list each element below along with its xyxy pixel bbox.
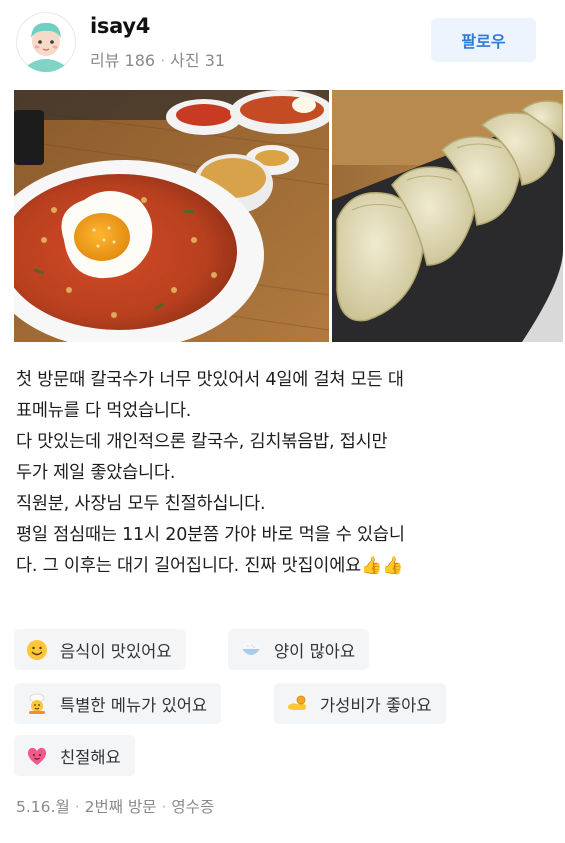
photo-kimchi-fried-rice[interactable] [14, 90, 329, 342]
tag-label: 양이 많아요 [274, 641, 356, 661]
user-stats: 리뷰 186 · 사진 31 [90, 47, 225, 71]
tag-label: 음식이 맛있어요 [60, 641, 172, 661]
visit-info: 5.16.월 · 2번째 방문 · 영수증 [16, 795, 214, 817]
review-line: 두가 제일 좋았습니다. [16, 463, 176, 483]
review-header: isay4 리뷰 186 · 사진 31 팔로우 [0, 0, 565, 80]
review-body: 첫 방문때 칼국수가 너무 맛있어서 4일에 걸쳐 모든 대 표메뉴를 다 먹었… [16, 365, 552, 582]
tag-label: 특별한 메뉴가 있어요 [60, 695, 208, 715]
rice-bowl-icon [242, 641, 260, 655]
review-count: 리뷰 186 [90, 51, 156, 70]
photo-count: 사진 31 [170, 51, 226, 70]
smile-face-icon [27, 639, 47, 660]
tag-label: 친절해요 [60, 747, 121, 767]
review-photos [14, 90, 563, 342]
tag-tasty-food[interactable]: 음식이 맛있어요 [14, 629, 186, 670]
avatar-illustration-icon [19, 15, 73, 72]
follow-button[interactable]: 팔로우 [431, 18, 536, 62]
verification-type[interactable]: 영수증 [171, 798, 214, 816]
review-line: 평일 점심때는 11시 20분쯤 가야 바로 먹을 수 있습니 [16, 525, 405, 545]
username[interactable]: isay4 [90, 14, 150, 38]
visit-date: 5.16.월 [16, 798, 70, 816]
tag-large-portion[interactable]: 양이 많아요 [228, 629, 370, 670]
review-line: 표메뉴를 다 먹었습니다. [16, 401, 192, 421]
review-line: 다 맛있는데 개인적으론 칼국수, 김치볶음밥, 접시만 [16, 432, 388, 452]
separator-dot: · [74, 798, 80, 816]
separator-dot: · [161, 798, 167, 816]
tag-friendly[interactable]: 친절해요 [14, 735, 135, 776]
thumbs-up-icon: 👍👍 [361, 556, 403, 576]
review-line-text: 다. 그 이후는 대기 길어집니다. 진짜 맛집이에요 [16, 556, 362, 576]
review-line-last: 다. 그 이후는 대기 길어집니다. 진짜 맛집이에요👍👍 [16, 551, 552, 582]
chef-icon [29, 693, 45, 714]
separator-dot: · [160, 51, 166, 70]
tag-special-menu[interactable]: 특별한 메뉴가 있어요 [14, 683, 222, 724]
review-line: 첫 방문때 칼국수가 너무 맛있어서 4일에 걸쳐 모든 대 [16, 370, 404, 390]
photo-dumplings[interactable] [332, 90, 563, 342]
money-hand-icon [288, 695, 306, 710]
heart-face-icon [27, 747, 47, 765]
tag-label: 가성비가 좋아요 [320, 695, 432, 715]
user-avatar[interactable] [16, 12, 76, 72]
visit-count: 2번째 방문 [84, 798, 157, 816]
review-line: 직원분, 사장님 모두 친절하십니다. [16, 494, 266, 514]
tag-good-value[interactable]: 가성비가 좋아요 [274, 683, 446, 724]
